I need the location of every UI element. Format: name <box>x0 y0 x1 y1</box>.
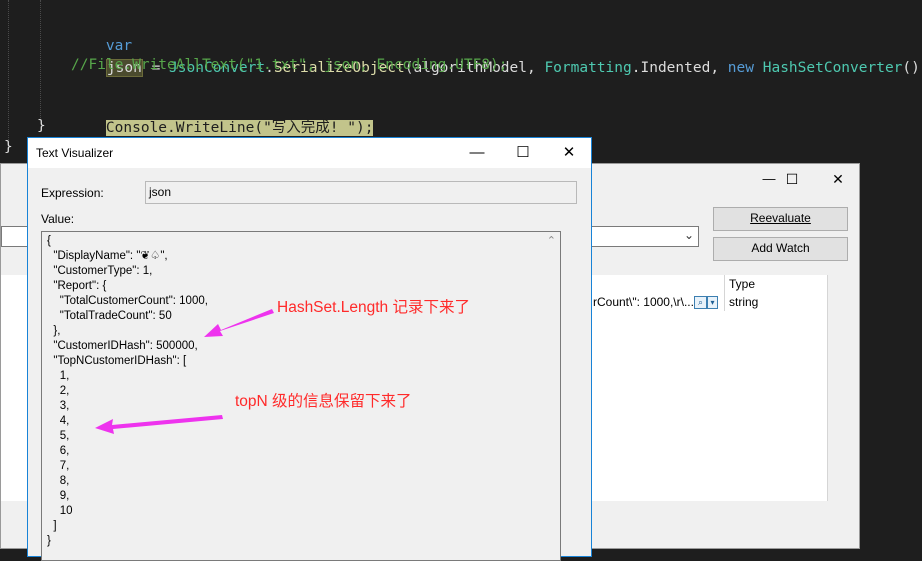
json-text-line: 6, <box>47 445 70 457</box>
closing-brace-outer: } <box>4 139 13 155</box>
json-text-line: "DisplayName": "❦♤", <box>47 250 168 262</box>
add-watch-button[interactable]: Add Watch <box>713 237 848 261</box>
annotation-topn: topN 级的信息保留下来了 <box>235 393 412 410</box>
type-console: Console <box>105 120 168 136</box>
json-text-line: "TotalTradeCount": 50 <box>47 310 172 322</box>
json-text-line: 7, <box>47 460 70 472</box>
visualizer-dropdown-icon[interactable]: ▾ <box>706 296 718 310</box>
json-text-line: ] <box>47 520 57 532</box>
json-text-line: }, <box>47 325 61 337</box>
keyword-var: var <box>105 38 133 54</box>
expression-label: Expression: <box>41 186 104 200</box>
watch-maximize-button[interactable]: ☐ <box>769 164 815 194</box>
json-text-line: 9, <box>47 490 70 502</box>
dialog-title: Text Visualizer <box>36 146 114 160</box>
reevaluate-button[interactable]: Reevaluate <box>713 207 848 231</box>
dot: . <box>167 120 176 136</box>
maximize-button[interactable]: ☐ <box>500 138 546 168</box>
tail: ()); <box>902 60 922 76</box>
type-hashsetconverter: HashSetConverter <box>762 60 903 76</box>
json-text-line: 4, <box>47 415 70 427</box>
closing-brace-inner: } <box>37 118 46 134</box>
json-text-line: "TopNCustomerIDHash": [ <box>47 355 187 367</box>
json-text-line: 1, <box>47 370 70 382</box>
json-text-line: { <box>47 235 51 247</box>
text-visualizer-dialog: Text Visualizer — ☐ ✕ Expression: json V… <box>27 137 592 561</box>
paren: ( <box>254 120 264 136</box>
reevaluate-label: Reevaluate <box>750 211 811 225</box>
code-line-writeline[interactable]: Console.WriteLine("写入完成! "); <box>71 95 374 136</box>
title-bar[interactable]: Text Visualizer — ☐ ✕ <box>28 138 591 168</box>
json-text-line: "CustomerIDHash": 500000, <box>47 340 198 352</box>
value-label: Value: <box>41 212 75 226</box>
json-text-line: 8, <box>47 475 70 487</box>
watch-scrollbar[interactable] <box>827 275 845 501</box>
minimize-button[interactable]: — <box>454 138 500 168</box>
add-watch-label: Add Watch <box>751 241 810 255</box>
close-button[interactable]: ✕ <box>546 138 592 168</box>
json-text-line: "CustomerType": 1, <box>47 265 153 277</box>
type-column-header[interactable]: Type <box>729 275 755 293</box>
type-formatting: Formatting <box>544 60 632 76</box>
code-line-comment[interactable]: //File.WriteAllText("1.txt", json, Encod… <box>71 54 508 76</box>
indented: .Indented, <box>631 60 728 76</box>
annotation-hashset: HashSet.Length 记录下来了 <box>277 299 470 316</box>
json-text-line: 10 <box>47 505 73 517</box>
code-line-serialize[interactable]: var json = JsonConvert.SerializeObject(a… <box>71 13 922 77</box>
indent-guide <box>8 0 9 150</box>
json-text-line: "TotalCustomerCount": 1000, <box>47 295 208 307</box>
json-text-line: 5, <box>47 430 70 442</box>
paren-close: ); <box>356 120 374 136</box>
json-text-line: 2, <box>47 385 70 397</box>
value-cell: rCount\": 1000,\r\... ⌕ ▾ <box>593 293 718 311</box>
json-text-line: "Report": { <box>47 280 107 292</box>
magnifier-icon[interactable]: ⌕ <box>693 296 707 310</box>
chevron-down-icon[interactable]: ⌄ <box>684 228 694 242</box>
scroll-up-icon[interactable]: ⌃ <box>547 234 556 247</box>
watch-close-button[interactable]: ✕ <box>815 164 861 194</box>
expression-field[interactable]: json <box>145 181 577 204</box>
type-cell: string <box>729 295 759 309</box>
json-text-line: } <box>47 535 51 547</box>
json-text-line: 3, <box>47 400 70 412</box>
value-snippet: rCount\": 1000,\r\... <box>593 295 694 309</box>
method-writeline: WriteLine <box>175 120 255 136</box>
keyword-new: new <box>727 60 754 76</box>
indent-guide <box>40 0 41 120</box>
string-literal: "写入完成! " <box>263 120 356 136</box>
